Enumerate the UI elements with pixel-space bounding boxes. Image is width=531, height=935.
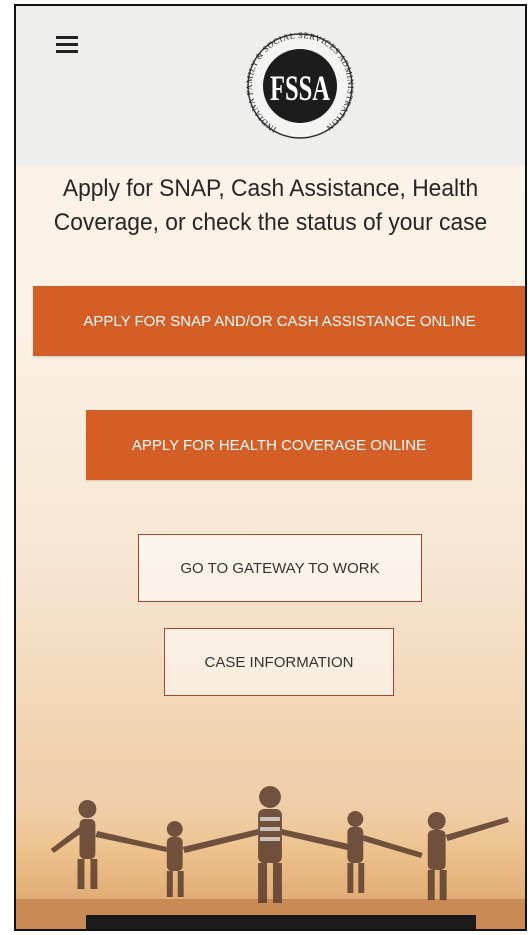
bottom-navigation-bar bbox=[86, 915, 476, 929]
apply-health-coverage-button[interactable]: APPLY FOR HEALTH COVERAGE ONLINE bbox=[86, 410, 472, 480]
family-running-photo bbox=[16, 769, 525, 929]
page-heading: Apply for SNAP, Cash Assistance, Health … bbox=[29, 172, 513, 240]
gateway-to-work-button[interactable]: GO TO GATEWAY TO WORK bbox=[138, 534, 422, 602]
fssa-logo[interactable]: INDIANA FAMILY & SOCIAL SERVICES ADMINIS… bbox=[246, 14, 354, 154]
case-information-button[interactable]: CASE INFORMATION bbox=[164, 628, 394, 696]
heading-line-1: Apply for SNAP, Cash Assistance, Health bbox=[62, 175, 479, 202]
apply-snap-cash-button[interactable]: APPLY FOR SNAP AND/OR CASH ASSISTANCE ON… bbox=[33, 286, 525, 356]
logo-monogram: FSSA bbox=[270, 68, 330, 108]
heading-line-2: Coverage, or check the status of your ca… bbox=[53, 209, 488, 236]
header-bar: INDIANA FAMILY & SOCIAL SERVICES ADMINIS… bbox=[16, 6, 525, 166]
mobile-screen: INDIANA FAMILY & SOCIAL SERVICES ADMINIS… bbox=[14, 4, 527, 931]
hamburger-menu-icon[interactable] bbox=[56, 36, 78, 54]
